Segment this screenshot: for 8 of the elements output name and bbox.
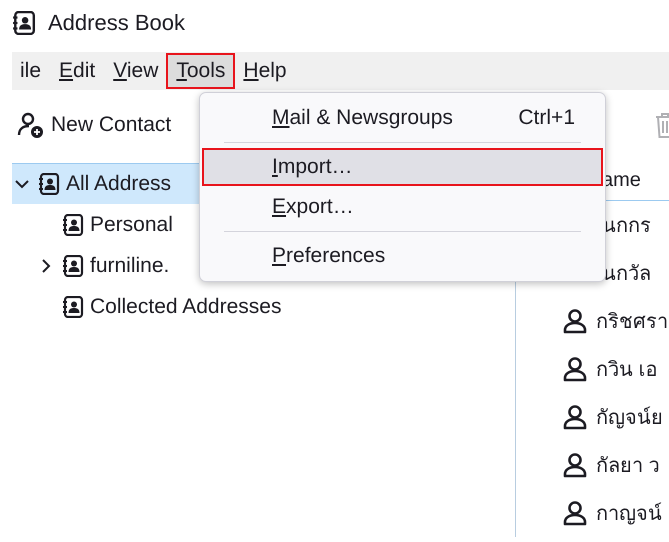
shortcut-text: Ctrl+1 [518, 106, 575, 130]
contact-name: กวิน เอ [596, 358, 658, 383]
contact-name: กาญจน์ [596, 502, 662, 527]
contact-name: นกวัล [602, 262, 651, 287]
window-title: Address Book [48, 10, 185, 36]
contact-name: กัลยา ว [596, 454, 660, 479]
contact-name: กริชศรา [596, 310, 668, 335]
contact-name: กัญจน์ย [596, 406, 663, 431]
